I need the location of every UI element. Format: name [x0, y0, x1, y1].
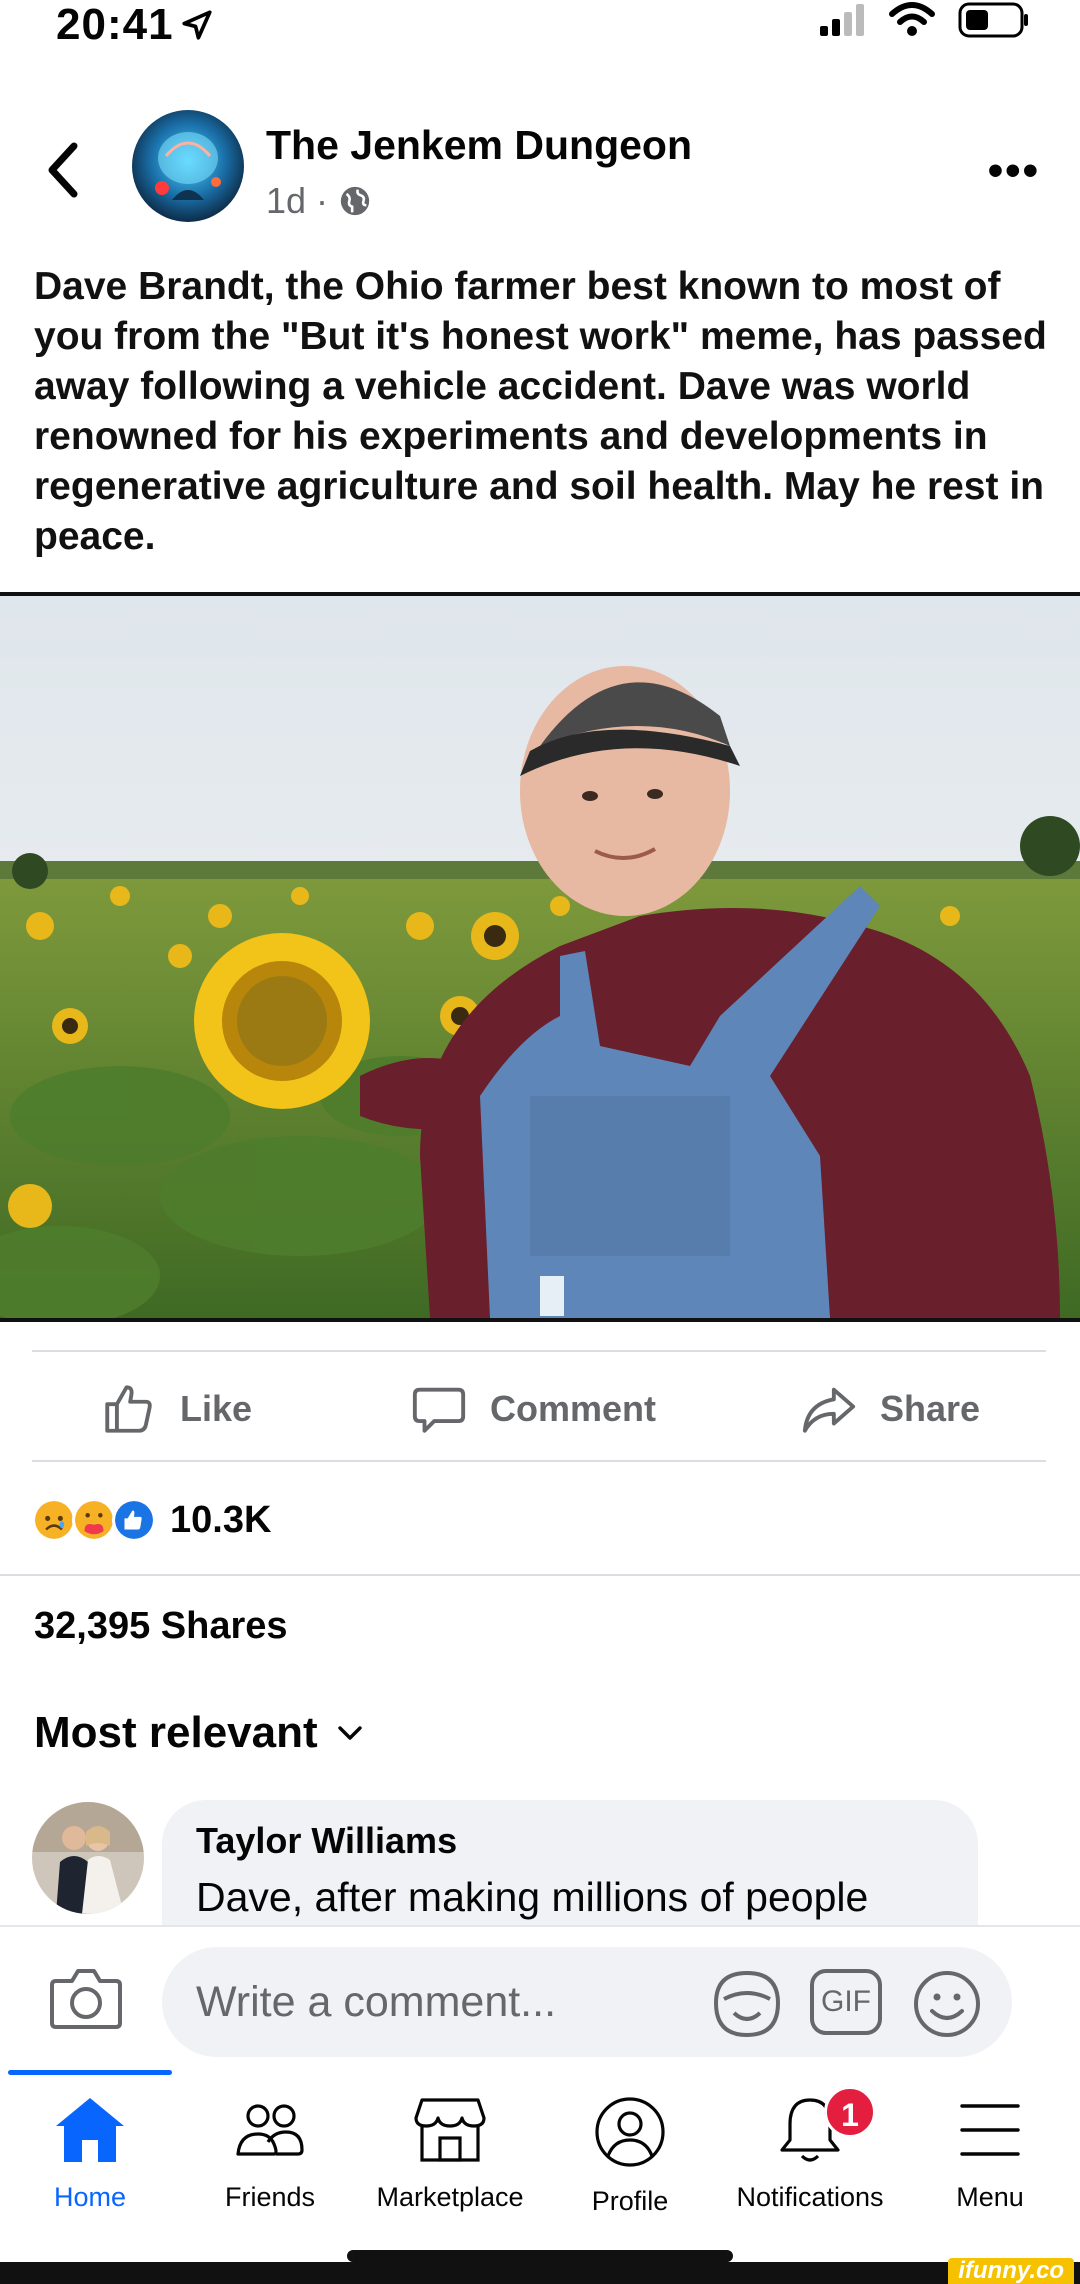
battery-icon: [958, 2, 1028, 38]
status-time: 20:41: [56, 0, 214, 50]
page-name[interactable]: The Jenkem Dungeon: [266, 122, 692, 169]
care-reaction-icon: [72, 1498, 116, 1542]
meta-separator: ·: [316, 180, 329, 221]
comment-author[interactable]: Taylor Williams: [196, 1820, 944, 1862]
tab-notifications[interactable]: 1 Notifications: [720, 2086, 900, 2246]
page-avatar[interactable]: [132, 110, 244, 222]
comment-label: Comment: [490, 1388, 657, 1429]
commenter-avatar-image: [32, 1802, 144, 1914]
post-text: Dave Brandt, the Ohio farmer best known …: [34, 265, 1047, 558]
location-arrow-icon: [181, 10, 212, 40]
globe-icon: [340, 186, 370, 216]
tab-profile[interactable]: Profile: [540, 2096, 720, 2246]
tab-friends[interactable]: Friends: [180, 2096, 360, 2246]
tab-label: Notifications: [736, 2182, 884, 2212]
like-reaction-icon: [112, 1498, 156, 1542]
watermark: ifunny.co: [948, 2258, 1074, 2284]
page-avatar-image: [132, 110, 244, 222]
chevron-down-icon: [337, 1726, 362, 1740]
tab-label: Profile: [591, 2186, 669, 2216]
comment-button[interactable]: Comment: [410, 1380, 656, 1438]
thumbs-up-icon: [105, 1385, 152, 1433]
shares-count[interactable]: 32,395 Shares: [34, 1605, 288, 1648]
comment-bubble[interactable]: Taylor Williams Dave, after making milli…: [162, 1800, 978, 1930]
reactions-summary[interactable]: 10.3K: [32, 1490, 271, 1550]
avatar-sticker-icon[interactable]: [712, 1969, 782, 2039]
post-meta: 1d ·: [266, 180, 372, 222]
tab-marketplace[interactable]: Marketplace: [360, 2096, 540, 2246]
post-photo[interactable]: [0, 592, 1080, 1322]
post-time[interactable]: 1d: [266, 180, 306, 222]
commenter-avatar[interactable]: [32, 1802, 144, 1914]
divider: [0, 1574, 1080, 1576]
menu-icon: [960, 2104, 1020, 2156]
status-bar: 20:41: [0, 0, 1080, 60]
comment-item: Taylor Williams Dave, after making milli…: [32, 1800, 1052, 1930]
divider: [32, 1350, 1046, 1352]
tab-home[interactable]: Home: [0, 2096, 180, 2246]
sad-reaction-icon: [32, 1498, 76, 1542]
camera-icon[interactable]: [50, 1965, 122, 2029]
gif-button[interactable]: GIF: [810, 1969, 882, 2035]
comment-sort-dropdown[interactable]: Most relevant: [34, 1708, 364, 1758]
tab-label: Home: [53, 2182, 127, 2212]
signal-icon: [820, 4, 864, 36]
emoji-icon[interactable]: [912, 1969, 982, 2039]
sort-label: Most relevant: [34, 1708, 318, 1757]
friends-icon: [236, 2104, 304, 2156]
post-actions: Like Comment Share: [0, 1360, 1080, 1458]
gif-label: GIF: [821, 1985, 871, 2018]
wifi-icon: [889, 2, 935, 36]
like-button[interactable]: Like: [100, 1380, 252, 1438]
home-icon: [56, 2098, 124, 2162]
bottom-strip: [0, 2262, 1080, 2284]
status-icons: [820, 0, 1030, 40]
share-label: Share: [880, 1388, 981, 1429]
share-button[interactable]: Share: [800, 1380, 980, 1438]
farmer-sunflower-photo: [0, 596, 1080, 1318]
post-header: The Jenkem Dungeon 1d · •••: [0, 110, 1080, 230]
active-tab-indicator: [8, 2070, 172, 2075]
tab-label: Menu: [956, 2182, 1024, 2212]
share-arrow-icon: [802, 1387, 856, 1433]
more-options-button[interactable]: •••: [988, 146, 1040, 196]
profile-icon: [595, 2097, 665, 2167]
tab-menu[interactable]: Menu: [900, 2096, 1080, 2246]
tab-label: Marketplace: [376, 2182, 524, 2212]
status-time-text: 20:41: [56, 0, 174, 49]
marketplace-icon: [414, 2098, 486, 2162]
comment-bubble-icon: [412, 1387, 466, 1433]
home-indicator[interactable]: [347, 2250, 733, 2262]
like-label: Like: [180, 1388, 253, 1429]
comment-composer: GIF: [0, 1925, 1080, 2070]
comment-text: Dave, after making millions of people: [196, 1874, 869, 1920]
reaction-count: 10.3K: [170, 1498, 272, 1541]
tab-label: Friends: [224, 2182, 316, 2212]
notification-badge: 1: [824, 2086, 876, 2138]
divider: [32, 1460, 1046, 1462]
comment-input[interactable]: [162, 1947, 1012, 2057]
bottom-tab-bar: Home Friends Marketplace Profile 1 Notif…: [0, 2070, 1080, 2260]
back-arrow-icon[interactable]: [44, 140, 84, 200]
